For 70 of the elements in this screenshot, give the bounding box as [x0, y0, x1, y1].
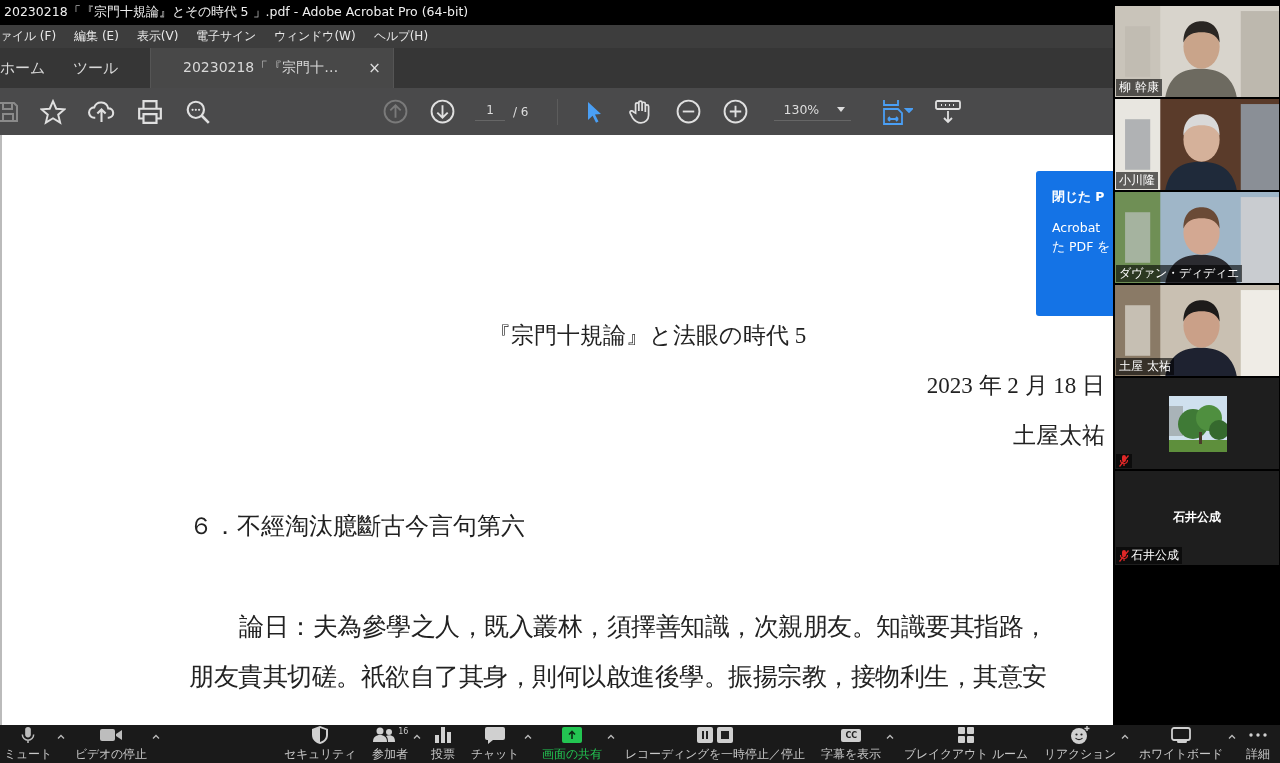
more-button[interactable]: 詳細 — [1242, 725, 1274, 763]
zoom-in-icon[interactable] — [722, 99, 748, 124]
zoom-out-icon[interactable] — [675, 99, 701, 124]
chat-bubble-icon — [485, 726, 506, 744]
save-icon[interactable] — [0, 99, 20, 124]
caret-icon[interactable] — [837, 107, 846, 112]
record-button[interactable]: レコーディングを一時停止／停止 — [621, 725, 810, 763]
caret-icon[interactable] — [1121, 734, 1129, 739]
paragraph-text: 論日：夫為參學之人，既入叢林，須擇善知識，次親朋友。知識要其指路， 朋友貴其切磋。祇欲自了其身，則何以啟進後學。振揚宗教，接物利生，其意安 — [189, 612, 1049, 692]
whiteboard-icon — [1171, 726, 1191, 744]
star-icon[interactable] — [40, 98, 66, 125]
caret-icon[interactable] — [524, 734, 533, 739]
window-title: 20230218「『宗門十規論』とその時代 5 」.pdf - Adobe Acrobat Pro (64-bit) — [4, 4, 469, 21]
close-tab-button[interactable]: × — [368, 59, 381, 77]
document-author: 土屋太祐 — [1012, 422, 1105, 450]
caret-icon[interactable] — [886, 734, 895, 739]
reactions-button[interactable]: リアクション — [1040, 725, 1120, 763]
share-screen-icon — [562, 727, 583, 743]
bar-chart-icon — [435, 727, 452, 743]
page-total: / 6 — [513, 104, 529, 119]
more-icon — [1248, 733, 1268, 737]
participant-name: ダヴァン・ディディエ — [1119, 266, 1239, 281]
participant-name: 土屋 太祐 — [1119, 359, 1171, 374]
read-mode-icon[interactable] — [935, 99, 962, 124]
video-button[interactable]: ビデオの停止 — [71, 725, 151, 763]
tab[interactable]: ツール — [59, 48, 132, 88]
chat-button[interactable]: チャット — [467, 725, 524, 763]
menu-item[interactable]: 電子サイン — [196, 28, 257, 45]
zoom-dropdown[interactable]: 130% — [773, 102, 852, 121]
participant-name: 石井公成 — [1131, 548, 1179, 563]
next-page-icon[interactable] — [430, 99, 455, 124]
caret-icon[interactable] — [607, 734, 616, 739]
poll-button[interactable]: 投票 — [427, 725, 460, 763]
menu-item[interactable]: 表示(V) — [136, 28, 179, 45]
caret-icon[interactable] — [413, 734, 422, 739]
notification-text: Acrobat — [1052, 219, 1102, 237]
captions-icon: CC — [841, 728, 862, 742]
document-date: 2023 年 2 月 18 日 — [925, 372, 1105, 400]
menu-item[interactable]: ァイル (F) — [0, 28, 57, 45]
menu-item[interactable]: ウィンドウ(W) — [274, 28, 356, 45]
notification-title: 閉じた P — [1052, 189, 1106, 206]
grid-icon — [958, 727, 975, 743]
notification-text: た PDF を — [1052, 238, 1112, 256]
tab[interactable]: ホーム — [0, 48, 59, 88]
document-title: 『宗門十規論』と法眼の時代 5 — [486, 322, 808, 350]
caret-icon[interactable] — [1228, 734, 1236, 739]
participant-count: 16 — [398, 727, 409, 736]
print-icon[interactable] — [137, 98, 163, 125]
section-heading: ６．不經淘汰臆斷古今言句第六 — [189, 512, 526, 541]
tab[interactable]: 20230218「『宗門十… × — [150, 48, 394, 88]
captions-button[interactable]: CC 字幕を表示 — [817, 725, 886, 763]
caret-icon[interactable] — [152, 734, 160, 739]
people-icon — [372, 727, 397, 743]
caret-icon[interactable] — [57, 734, 65, 739]
security-button[interactable]: セキュリティ — [280, 725, 361, 763]
breakout-button[interactable]: ブレイクアウト ルーム — [900, 725, 1032, 763]
participants-button[interactable]: 16 参加者 — [368, 725, 413, 763]
whiteboard-button[interactable]: ホワイトボード — [1135, 725, 1227, 763]
cloud-upload-icon[interactable] — [88, 99, 115, 124]
participant-name: 石井公成 — [1172, 509, 1222, 526]
mic-button[interactable]: ミュート — [0, 725, 56, 763]
menu-item[interactable]: 編集 (E) — [74, 28, 119, 45]
participant-name: 柳 幹康 — [1119, 80, 1159, 95]
fit-page-icon[interactable] — [881, 98, 914, 125]
video-camera-icon — [100, 727, 122, 743]
participant-name: 小川隆 — [1119, 173, 1155, 188]
share-button[interactable]: 画面の共有 — [538, 725, 607, 763]
search-icon[interactable] — [185, 98, 211, 125]
menu-item[interactable]: ヘルプ(H) — [373, 28, 429, 45]
page-number-field[interactable]: 1 — [475, 102, 505, 121]
